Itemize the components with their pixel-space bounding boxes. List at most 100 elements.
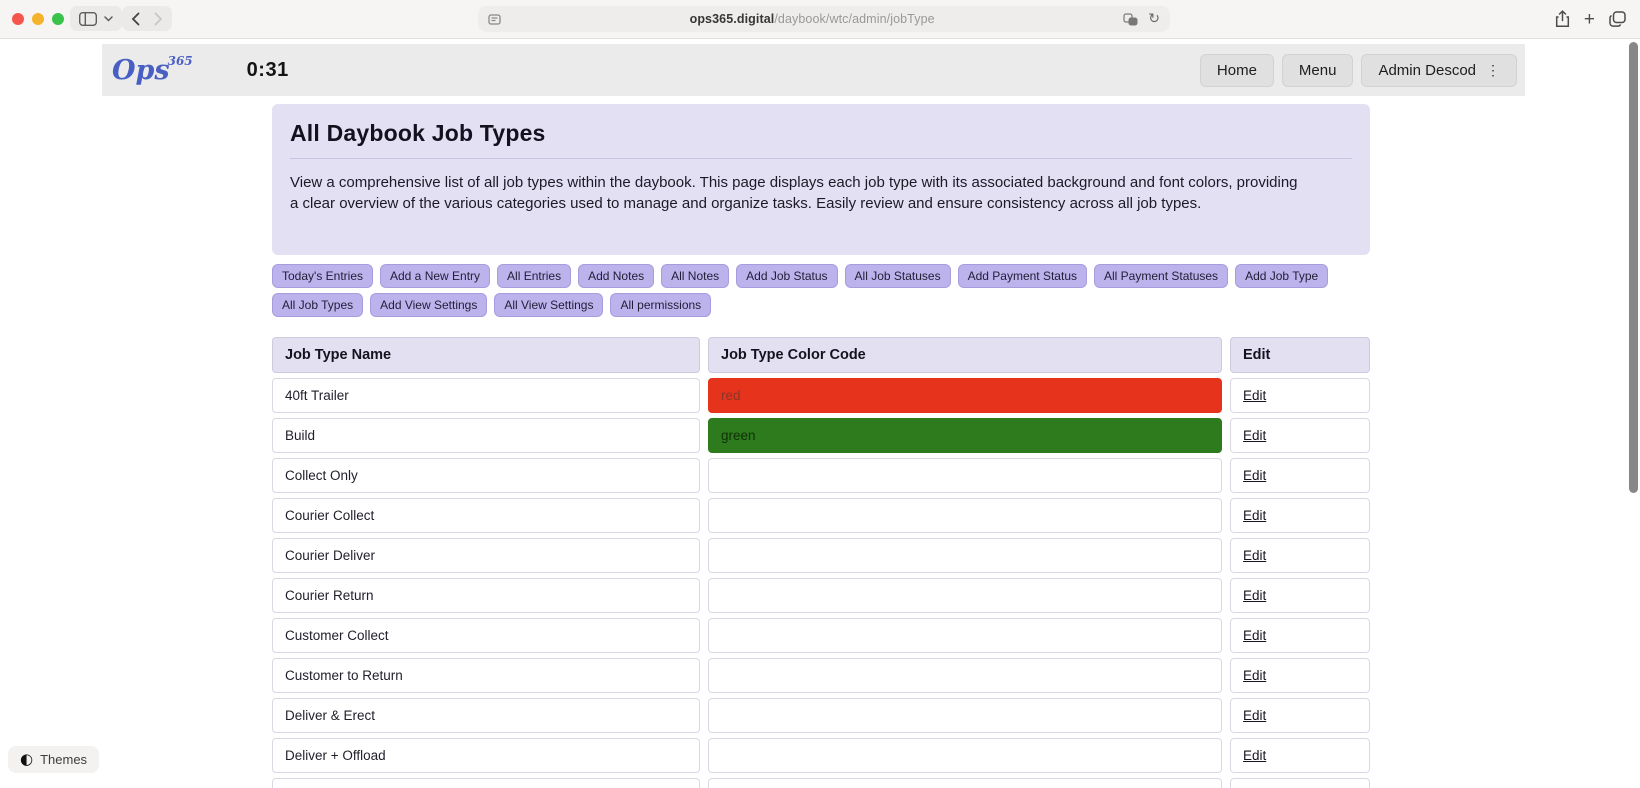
job-type-name-cell: Customer to Return <box>272 658 700 693</box>
job-type-name-cell: Deliver & Erect <box>272 698 700 733</box>
action-button-add-notes[interactable]: Add Notes <box>578 264 655 288</box>
address-bar[interactable]: ops365.digital/daybook/wtc/admin/jobType… <box>478 6 1170 32</box>
theme-contrast-icon: ◐ <box>20 750 34 768</box>
nav-button-admin-descod[interactable]: Admin Descod ⋮ <box>1361 53 1517 87</box>
edit-cell: Edit <box>1230 498 1370 533</box>
page-settings-icon[interactable] <box>488 13 501 26</box>
job-type-color-cell <box>708 458 1222 493</box>
share-icon[interactable] <box>1555 10 1570 28</box>
edit-link[interactable]: Edit <box>1243 668 1266 683</box>
action-button-add-a-new-entry[interactable]: Add a New Entry <box>380 264 491 288</box>
action-button-add-view-settings[interactable]: Add View Settings <box>370 293 488 317</box>
job-type-color-cell: red <box>708 378 1222 413</box>
action-button-all-permissions[interactable]: All permissions <box>610 293 712 317</box>
action-button-all-entries[interactable]: All Entries <box>497 264 572 288</box>
action-buttons: Today's Entries Add a New Entry All Entrie… <box>272 264 1370 317</box>
forward-button[interactable] <box>154 12 163 26</box>
edit-link[interactable]: Edit <box>1243 708 1266 723</box>
action-button-add-job-type[interactable]: Add Job Type <box>1235 264 1329 288</box>
job-type-name-cell: Courier Deliver <box>272 538 700 573</box>
job-type-color-cell <box>708 698 1222 733</box>
sidebar-toggle-button[interactable] <box>70 6 122 31</box>
edit-cell: Edit <box>1230 658 1370 693</box>
table-row: Courier Return Edit <box>272 578 1370 613</box>
url-text: ops365.digital/daybook/wtc/admin/jobType <box>501 12 1123 26</box>
vertical-scrollbar-thumb[interactable] <box>1629 42 1638 493</box>
job-type-name-cell: Courier Return <box>272 578 700 613</box>
action-button-add-job-status[interactable]: Add Job Status <box>736 264 838 288</box>
job-type-name-cell: Collect Only <box>272 458 700 493</box>
kebab-menu-icon[interactable]: ⋮ <box>1486 62 1500 79</box>
edit-cell: Edit <box>1230 418 1370 453</box>
edit-cell: Edit <box>1230 578 1370 613</box>
sidebar-icon <box>79 11 97 26</box>
url-path: /daybook/wtc/admin/jobType <box>774 12 935 26</box>
edit-link[interactable]: Edit <box>1243 748 1266 763</box>
themes-button-label: Themes <box>40 752 88 767</box>
minimize-window-button[interactable] <box>32 13 44 25</box>
close-window-button[interactable] <box>12 13 24 25</box>
edit-cell: Edit <box>1230 738 1370 773</box>
job-type-name-cell: Deliver + Offload <box>272 738 700 773</box>
back-button[interactable] <box>131 12 140 26</box>
edit-cell: Edit <box>1230 698 1370 733</box>
session-timer: 0:31 <box>246 58 289 81</box>
panel-divider <box>290 158 1352 159</box>
edit-cell: Edit <box>1230 538 1370 573</box>
job-type-name-cell: Courier Collect <box>272 498 700 533</box>
edit-link[interactable]: Edit <box>1243 468 1266 483</box>
job-type-color-cell <box>708 538 1222 573</box>
edit-link[interactable]: Edit <box>1243 548 1266 563</box>
job-type-color-cell: green <box>708 418 1222 453</box>
translate-icon[interactable] <box>1123 12 1138 26</box>
action-button-today-s-entries[interactable]: Today's Entries <box>272 264 373 288</box>
edit-link[interactable]: Edit <box>1243 588 1266 603</box>
nav-button-menu[interactable]: Menu <box>1281 53 1354 87</box>
history-controls <box>122 6 172 31</box>
job-type-name-cell: 40ft Trailer <box>272 378 700 413</box>
table-row: Collect Only Edit <box>272 458 1370 493</box>
action-button-all-job-statuses[interactable]: All Job Statuses <box>844 264 951 288</box>
action-button-all-payment-statuses[interactable]: All Payment Statuses <box>1094 264 1229 288</box>
reload-icon[interactable]: ↻ <box>1148 12 1160 26</box>
action-button-all-view-settings[interactable]: All View Settings <box>494 293 604 317</box>
edit-link[interactable]: Edit <box>1243 628 1266 643</box>
edit-link[interactable]: Edit <box>1243 428 1266 443</box>
maximize-window-button[interactable] <box>52 13 64 25</box>
url-domain: ops365.digital <box>689 12 775 26</box>
table-row: Deliver + Offload Edit <box>272 738 1370 773</box>
table-row: Customer to Return Edit <box>272 658 1370 693</box>
tab-overview-icon[interactable] <box>1609 11 1626 27</box>
table-row: Courier Collect Edit <box>272 498 1370 533</box>
edit-link[interactable]: Edit <box>1243 388 1266 403</box>
window-controls <box>12 13 64 25</box>
job-type-table-body: 40ft Trailer red Edit Build green Edit Collect… <box>272 378 1370 788</box>
job-type-color-cell <box>708 498 1222 533</box>
table-row: Deliver & Erect Edit <box>272 698 1370 733</box>
table-row: Build green Edit <box>272 418 1370 453</box>
browser-chrome: ops365.digital/daybook/wtc/admin/jobType… <box>0 0 1640 39</box>
job-type-name-cell: Build <box>272 418 700 453</box>
job-type-table-header: Job Type Name Job Type Color Code Edit <box>272 337 1370 373</box>
chevron-down-icon <box>104 15 113 22</box>
ops365-logo[interactable]: Ops365 <box>112 55 195 84</box>
action-button-all-notes[interactable]: All Notes <box>661 264 730 288</box>
table-row: 40ft Trailer red Edit <box>272 378 1370 413</box>
edit-cell: Edit <box>1230 618 1370 653</box>
edit-cell: Edit <box>1230 378 1370 413</box>
new-tab-icon[interactable]: + <box>1584 10 1595 29</box>
job-type-name-cell <box>272 778 700 788</box>
nav-button-home[interactable]: Home <box>1199 53 1274 87</box>
job-type-color-cell <box>708 778 1222 788</box>
app-header: Ops365 0:31 Home Menu Admin Descod ⋮ <box>102 44 1525 96</box>
intro-panel: All Daybook Job Types View a comprehensi… <box>272 104 1370 255</box>
main-content: All Daybook Job Types View a comprehensi… <box>272 104 1370 788</box>
table-row: Customer Collect Edit <box>272 618 1370 653</box>
action-button-add-payment-status[interactable]: Add Payment Status <box>957 264 1087 288</box>
page-title: All Daybook Job Types <box>290 120 546 146</box>
action-button-all-job-types[interactable]: All Job Types <box>272 293 364 317</box>
nav-button-label: Admin Descod <box>1378 61 1476 79</box>
column-header-name: Job Type Name <box>272 337 700 373</box>
themes-button[interactable]: ◐ Themes <box>8 746 100 773</box>
edit-link[interactable]: Edit <box>1243 508 1266 523</box>
